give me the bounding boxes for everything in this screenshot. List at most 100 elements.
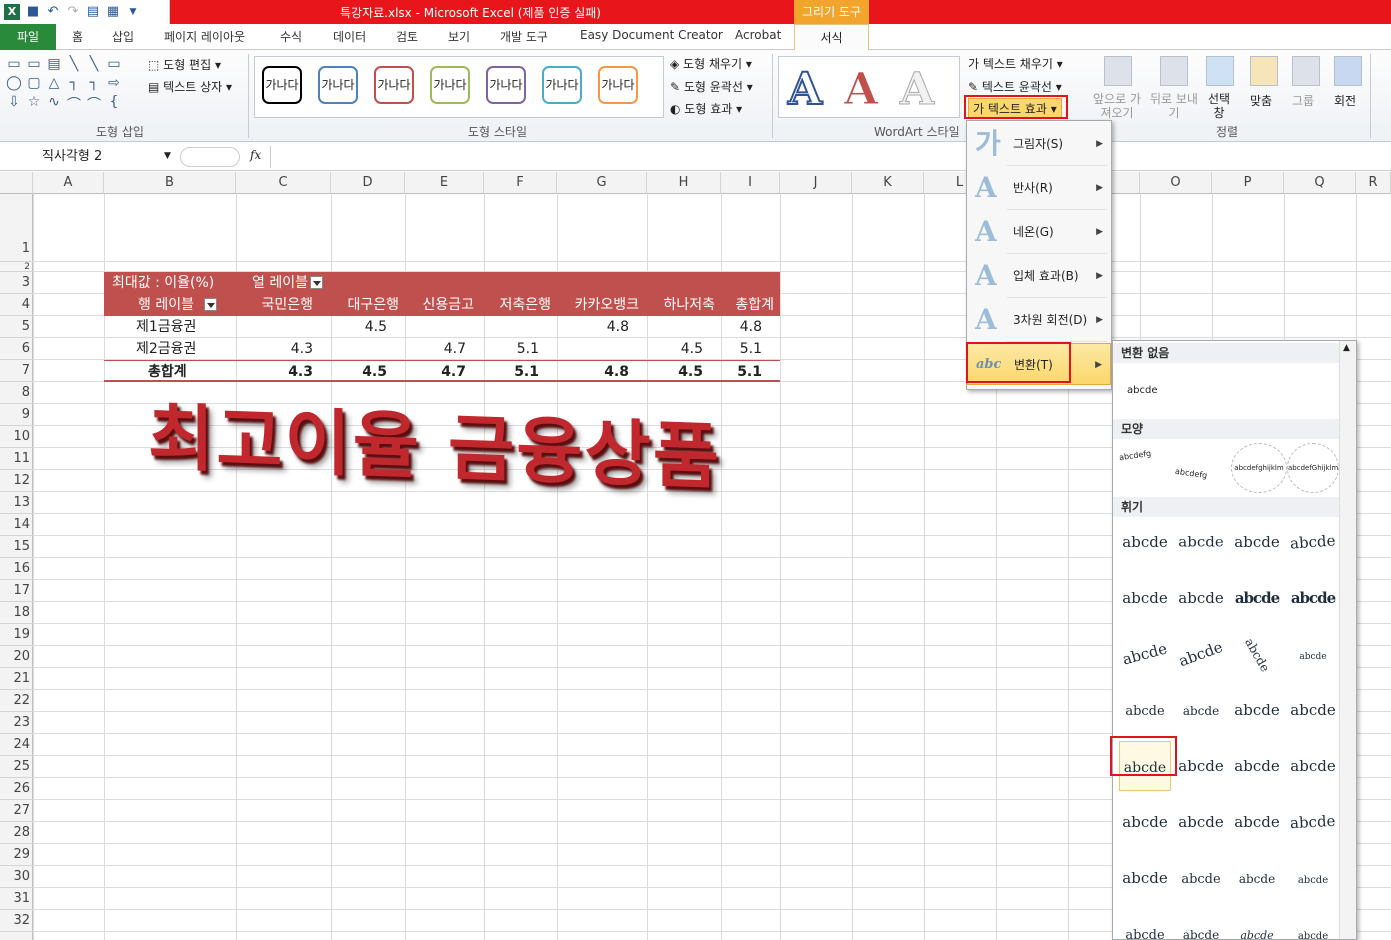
- row-header[interactable]: 15: [0, 536, 33, 558]
- warp-option[interactable]: abcde: [1231, 909, 1283, 939]
- row-header[interactable]: 24: [0, 734, 33, 756]
- shape-icon[interactable]: ▤: [44, 56, 64, 75]
- shape-style-aqua[interactable]: 가나다: [542, 66, 582, 104]
- tab-format[interactable]: 서식: [794, 24, 869, 51]
- formula-input[interactable]: [270, 146, 1391, 168]
- pivot-value-cell[interactable]: 4.5: [647, 338, 721, 360]
- formula-bar-expander[interactable]: [180, 147, 240, 167]
- tab-developer[interactable]: 개발 도구: [500, 28, 548, 45]
- warp-option[interactable]: abcde: [1175, 517, 1227, 567]
- row-header[interactable]: 2: [0, 262, 33, 272]
- submenu-scrollbar[interactable]: ▲: [1339, 341, 1356, 939]
- menu-item-bevel[interactable]: A 입체 효과(B) ▶: [967, 255, 1111, 297]
- pivot-value-cell[interactable]: [484, 316, 557, 338]
- shape-icon[interactable]: ▭: [4, 56, 24, 75]
- rotate-button[interactable]: 회전: [1334, 92, 1356, 109]
- shape-icon[interactable]: ╲: [84, 56, 104, 75]
- warp-option[interactable]: abcde: [1175, 573, 1227, 623]
- column-labels-filter-icon[interactable]: [309, 275, 323, 289]
- warp-option[interactable]: abcde: [1119, 853, 1171, 903]
- pivot-value-cell[interactable]: [236, 316, 331, 338]
- menu-item-glow[interactable]: A 네온(G) ▶: [967, 211, 1111, 253]
- warp-option[interactable]: abcde: [1175, 797, 1227, 847]
- shape-gallery[interactable]: ▭ ▭ ▤ ╲ ╲ ▭ ◯ ▢ △ ┐ ┐ ⇨ ⇩ ☆ ∿ ⌒ ⌒{: [4, 56, 139, 116]
- column-header[interactable]: Q: [1284, 172, 1356, 194]
- column-header[interactable]: F: [484, 172, 557, 194]
- warp-option[interactable]: abcde: [1119, 573, 1171, 623]
- shape-icon[interactable]: {: [104, 94, 124, 113]
- column-header[interactable]: J: [780, 172, 852, 194]
- warp-option[interactable]: abcde: [1175, 853, 1227, 903]
- print-preview-icon[interactable]: ▤: [86, 5, 100, 19]
- row-header[interactable]: 6: [0, 338, 33, 360]
- shape-icon[interactable]: ▢: [24, 75, 44, 94]
- transform-button[interactable]: abcdefGhijklmnop: [1287, 443, 1339, 493]
- pivot-value-cell[interactable]: 4.8: [557, 316, 647, 338]
- column-header[interactable]: K: [852, 172, 924, 194]
- row-header[interactable]: 21: [0, 668, 33, 690]
- tab-file[interactable]: 파일: [0, 24, 56, 50]
- warp-option[interactable]: abcde: [1231, 853, 1283, 903]
- row-header[interactable]: 22: [0, 690, 33, 712]
- transform-circle[interactable]: abcdefghijklm: [1231, 443, 1287, 493]
- warp-option[interactable]: abcde: [1231, 517, 1283, 567]
- warp-option[interactable]: abcde: [1287, 797, 1339, 847]
- shape-icon[interactable]: ┐: [84, 75, 104, 94]
- group-icon[interactable]: [1292, 56, 1320, 86]
- shape-style-purple[interactable]: 가나다: [486, 66, 526, 104]
- row-header[interactable]: 7: [0, 360, 33, 382]
- pivot-value-cell[interactable]: 4.7: [405, 338, 484, 360]
- pivot-value-field[interactable]: 최대값 : 이율(%): [112, 272, 214, 294]
- row-header[interactable]: 17: [0, 580, 33, 602]
- tab-formulas[interactable]: 수식: [280, 28, 302, 45]
- row-header[interactable]: 5: [0, 316, 33, 338]
- column-header[interactable]: R: [1356, 172, 1391, 194]
- shape-style-green[interactable]: 가나다: [430, 66, 470, 104]
- shape-style-orange[interactable]: 가나다: [598, 66, 638, 104]
- column-header[interactable]: I: [721, 172, 780, 194]
- text-box-button[interactable]: ▤ 텍스트 상자 ▾: [148, 78, 232, 95]
- shape-icon[interactable]: ⌒: [64, 94, 84, 113]
- customize-qat-icon[interactable]: ▼: [126, 5, 140, 19]
- warp-option[interactable]: abcde: [1119, 629, 1171, 679]
- shape-fill-button[interactable]: ◈ 도형 채우기 ▾: [670, 55, 752, 72]
- warp-option[interactable]: abcde: [1119, 685, 1171, 735]
- row-labels-filter-icon[interactable]: [203, 297, 217, 311]
- insert-function-icon[interactable]: fx: [250, 148, 261, 162]
- save-icon[interactable]: ■: [26, 5, 40, 19]
- chart-icon[interactable]: ▦: [106, 5, 120, 19]
- warp-option[interactable]: abcde: [1175, 909, 1227, 939]
- column-header[interactable]: P: [1212, 172, 1284, 194]
- row-header[interactable]: 20: [0, 646, 33, 668]
- name-box-dropdown-icon[interactable]: ▼: [164, 151, 171, 161]
- row-header[interactable]: 30: [0, 866, 33, 888]
- row-header[interactable]: 26: [0, 778, 33, 800]
- tab-data[interactable]: 데이터: [333, 28, 366, 45]
- row-header[interactable]: 4: [0, 294, 33, 316]
- wordart-style-outline-blue[interactable]: A: [787, 63, 823, 116]
- menu-item-reflection[interactable]: A 반사(R) ▶: [967, 167, 1111, 209]
- column-header[interactable]: G: [557, 172, 647, 194]
- pivot-row-label[interactable]: 제2금융권: [136, 338, 196, 360]
- pivot-row-labels[interactable]: 행 레이블: [138, 294, 217, 316]
- shape-style-black[interactable]: 가나다: [262, 66, 302, 104]
- row-header[interactable]: 12: [0, 470, 33, 492]
- pivot-value-cell[interactable]: 5.1: [721, 361, 780, 383]
- pivot-value-cell[interactable]: 5.1: [484, 361, 557, 383]
- shape-style-red[interactable]: 가나다: [374, 66, 414, 104]
- pivot-row-label[interactable]: 제1금융권: [136, 316, 196, 338]
- row-header[interactable]: 29: [0, 844, 33, 866]
- rotate-icon[interactable]: [1334, 56, 1362, 86]
- row-header[interactable]: 28: [0, 822, 33, 844]
- warp-option[interactable]: abcde: [1119, 517, 1171, 567]
- column-header[interactable]: H: [647, 172, 721, 194]
- pivot-value-cell[interactable]: 5.1: [484, 338, 557, 360]
- row-header[interactable]: 32: [0, 910, 33, 932]
- shape-outline-button[interactable]: ✎ 도형 윤곽선 ▾: [670, 78, 753, 95]
- wordart-style-red[interactable]: A: [843, 64, 878, 116]
- shape-icon[interactable]: ┐: [64, 75, 84, 94]
- tab-insert[interactable]: 삽입: [112, 28, 134, 45]
- pivot-value-cell[interactable]: 4.3: [236, 361, 331, 383]
- warp-option[interactable]: abcde: [1119, 909, 1171, 939]
- tab-view[interactable]: 보기: [448, 28, 470, 45]
